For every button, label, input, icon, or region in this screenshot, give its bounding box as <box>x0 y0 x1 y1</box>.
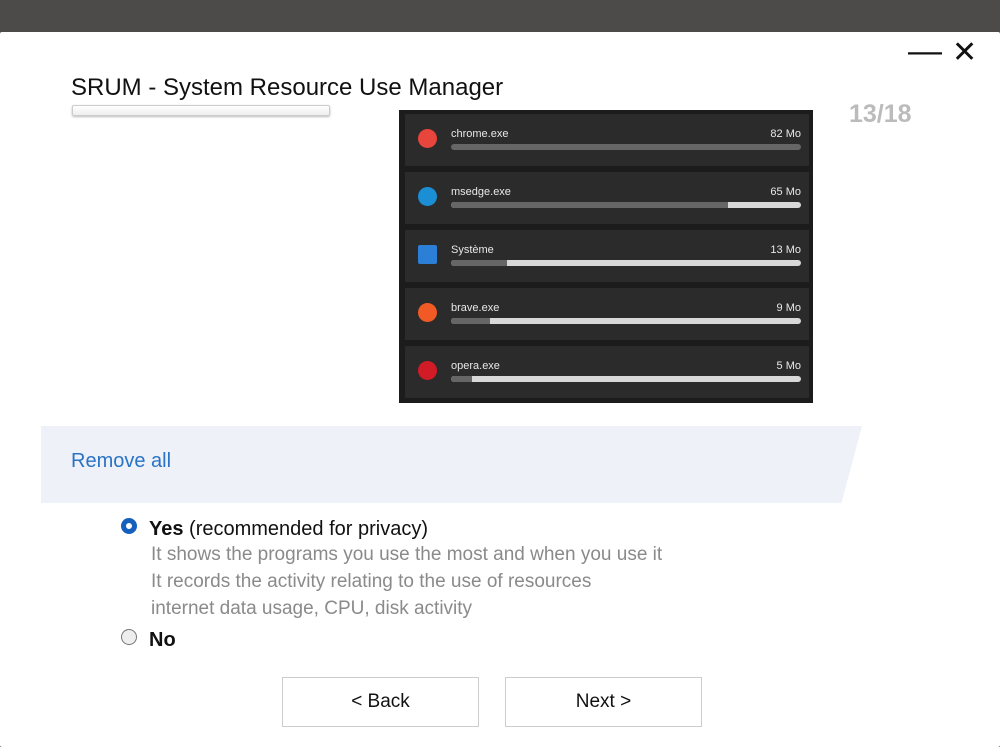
process-row: chrome.exe 82 Mo <box>405 114 809 166</box>
radio-yes[interactable]: Yes (recommended for privacy) <box>121 518 428 541</box>
usage-bar <box>451 144 801 150</box>
close-button[interactable]: ✕ <box>952 38 977 68</box>
usage-bar-fill <box>451 376 472 382</box>
yes-note: (recommended for privacy) <box>189 518 428 540</box>
process-size: 82 Mo <box>770 128 801 140</box>
radio-selected-icon[interactable] <box>121 518 137 534</box>
usage-bar-fill <box>451 202 728 208</box>
description-line: internet data usage, CPU, disk activity <box>151 598 472 620</box>
next-button[interactable]: Next > <box>505 677 702 727</box>
section-band: Remove all <box>41 426 862 503</box>
process-name: Système <box>451 244 494 256</box>
chrome-icon <box>418 129 437 148</box>
page-title: SRUM - System Resource Use Manager <box>71 74 503 102</box>
wizard-window: — ✕ SRUM - System Resource Use Manager 1… <box>0 32 1000 747</box>
usage-bar-fill <box>451 318 490 324</box>
remove-all-link[interactable]: Remove all <box>71 450 171 473</box>
process-row: brave.exe 9 Mo <box>405 288 809 340</box>
step-counter: 13/18 <box>849 100 912 129</box>
process-size: 5 Mo <box>777 360 801 372</box>
opera-icon <box>418 361 437 380</box>
process-name: chrome.exe <box>451 128 508 140</box>
description-line: It shows the programs you use the most a… <box>151 544 662 566</box>
usage-bar-fill <box>451 260 507 266</box>
no-label: No <box>149 629 176 651</box>
process-name: msedge.exe <box>451 186 511 198</box>
description-line: It records the activity relating to the … <box>151 571 591 593</box>
system-icon <box>418 245 437 264</box>
radio-no[interactable]: No <box>121 629 176 652</box>
brave-icon <box>418 303 437 322</box>
process-size: 65 Mo <box>770 186 801 198</box>
usage-bar <box>451 318 801 324</box>
usage-bar <box>451 260 801 266</box>
process-name: opera.exe <box>451 360 500 372</box>
progress-bar <box>72 105 330 116</box>
process-row: Système 13 Mo <box>405 230 809 282</box>
back-button[interactable]: < Back <box>282 677 479 727</box>
process-row: msedge.exe 65 Mo <box>405 172 809 224</box>
process-size: 9 Mo <box>777 302 801 314</box>
process-size: 13 Mo <box>770 244 801 256</box>
usage-bar-fill <box>451 144 801 150</box>
minimize-button[interactable]: — <box>908 34 942 68</box>
usage-bar <box>451 202 801 208</box>
radio-unselected-icon[interactable] <box>121 629 137 645</box>
process-usage-image: chrome.exe 82 Mo msedge.exe 65 Mo Systèm… <box>399 110 813 403</box>
edge-icon <box>418 187 437 206</box>
process-row: opera.exe 5 Mo <box>405 346 809 398</box>
yes-label: Yes <box>149 518 183 540</box>
usage-bar <box>451 376 801 382</box>
process-name: brave.exe <box>451 302 499 314</box>
